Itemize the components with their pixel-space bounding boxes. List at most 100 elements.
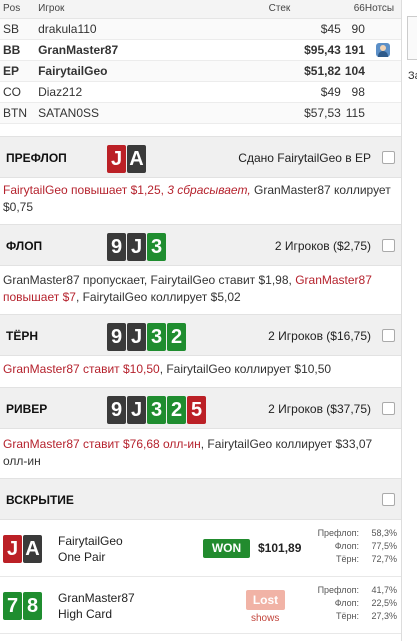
table-row[interactable]: EP FairytailGeo $51,82 104 (0, 60, 401, 82)
showdown-result-winner: J A FairytailGeo One Pair WON $101,89 Пр… (0, 520, 401, 577)
row-pos: EP (0, 60, 39, 82)
row-notes[interactable] (364, 81, 401, 103)
equity-value: 27,3% (371, 611, 397, 621)
table-row[interactable]: CO Diaz212 $49 98 (0, 81, 401, 103)
row-notes[interactable] (364, 102, 401, 124)
equity-label: Флоп: (334, 541, 359, 551)
action-allin-bet: GranMaster87 ставит $76,68 олл-ин (3, 437, 201, 451)
street-title: РИВЕР (6, 402, 48, 416)
street-checkbox[interactable] (382, 239, 395, 252)
won-badge: WON (203, 539, 250, 558)
row-pos: SB (0, 18, 39, 40)
street-checkbox[interactable] (382, 151, 395, 164)
row-player-name[interactable]: drakula110 (38, 18, 269, 40)
card: 7 (3, 592, 22, 620)
player-name[interactable]: GranMaster87 (58, 591, 135, 605)
right-side-panel: За (401, 0, 417, 641)
table-row[interactable]: SB drakula110 $45 90 (0, 18, 401, 40)
action-text-river: GranMaster87 ставит $76,68 олл-ин, Fairy… (3, 436, 398, 470)
row-notes[interactable] (364, 60, 401, 82)
street-info: 2 Игроков ($16,75) (268, 329, 371, 343)
header-notes: Нотсы (364, 0, 401, 19)
street-checkbox[interactable] (382, 402, 395, 415)
row-player-name[interactable]: FairytailGeo (38, 60, 269, 82)
street-checkbox[interactable] (382, 493, 395, 506)
row-bb: 191 (340, 39, 365, 61)
header-pos: Pos (0, 0, 39, 19)
action-call: , FairytailGeo коллирует $10,50 (159, 362, 332, 376)
players-table: Pos Игрок Стек 66 Нотсы SB drakula110 $4… (0, 0, 401, 124)
street-info: 2 Игроков ($2,75) (274, 239, 371, 253)
action-folds: 3 сбрасывает, (163, 183, 251, 197)
row-stack: $51,82 (268, 60, 341, 82)
equity-list: Префлоп: 41,7% Флоп: 22,5% Тёрн: 27,3% (315, 584, 397, 623)
row-bb: 104 (340, 60, 365, 82)
card: 2 (167, 396, 186, 424)
card: J (127, 233, 146, 261)
street-header-turn: ТЁРН 9 J 3 2 2 Игроков ($16,75) (0, 314, 401, 356)
side-panel-box (407, 16, 417, 60)
row-stack: $49 (268, 81, 341, 103)
card: A (127, 145, 146, 173)
side-panel-text: За (408, 70, 417, 82)
card: A (23, 535, 42, 563)
street-title: ПРЕФЛОП (6, 151, 67, 165)
street-info: 2 Игроков ($37,75) (268, 402, 371, 416)
equity-label: Тёрн: (336, 611, 359, 621)
street-header-flop: ФЛОП 9 J 3 2 Игроков ($2,75) (0, 224, 401, 266)
hole-cards: J A (107, 145, 146, 173)
row-pos: BTN (0, 102, 39, 124)
card: J (127, 323, 146, 351)
table-row[interactable]: BB GranMaster87 $95,43 191 (0, 39, 401, 61)
action-bet: GranMaster87 ставит $10,50 (3, 362, 160, 376)
hand-history-panel: Pos Игрок Стек 66 Нотсы SB drakula110 $4… (0, 0, 401, 641)
equity-label: Флоп: (334, 598, 359, 608)
action-raise: FairytailGeo повышает $1,25, (3, 183, 164, 197)
action-text-flop: GranMaster87 пропускает, FairytailGeo ст… (3, 272, 398, 306)
street-header-river: РИВЕР 9 J 3 2 5 2 Игроков ($37,75) (0, 387, 401, 429)
row-pos: BB (0, 39, 39, 61)
row-stack: $95,43 (268, 39, 341, 61)
row-player-name[interactable]: SATAN0SS (38, 102, 269, 124)
card: 9 (107, 396, 126, 424)
equity-label: Префлоп: (317, 585, 359, 595)
player-hand: One Pair (58, 550, 106, 564)
player-cards: J A (3, 535, 42, 563)
card: 3 (147, 233, 166, 261)
street-title: ВСКРЫТИЕ (6, 493, 74, 507)
player-note-avatar-icon[interactable] (375, 42, 390, 57)
street-header-preflop: ПРЕФЛОП J A Сдано FairytailGeo в EP (0, 136, 401, 178)
table-row[interactable]: BTN SATAN0SS $57,53 115 (0, 102, 401, 124)
card: 3 (147, 396, 166, 424)
equity-value: 72,7% (371, 554, 397, 564)
equity-label: Префлоп: (317, 528, 359, 538)
street-checkbox[interactable] (382, 329, 395, 342)
row-bb: 90 (340, 18, 365, 40)
showdown-result-loser: 7 8 GranMaster87 High Card Lost shows Пр… (0, 577, 401, 634)
row-notes[interactable] (364, 39, 401, 61)
row-stack: $45 (268, 18, 341, 40)
lost-badge: Lost (246, 590, 285, 610)
board-cards: 9 J 3 2 5 (107, 396, 206, 424)
equity-value: 41,7% (371, 585, 397, 595)
card: 9 (107, 323, 126, 351)
equity-value: 58,3% (371, 528, 397, 538)
row-player-name[interactable]: Diaz212 (38, 81, 269, 103)
player-name[interactable]: FairytailGeo (58, 534, 123, 548)
action-call: , FairytailGeo коллирует $5,02 (75, 290, 241, 304)
row-stack: $57,53 (268, 102, 341, 124)
row-bb: 115 (340, 102, 365, 124)
row-notes[interactable] (364, 18, 401, 40)
player-hand: High Card (58, 607, 113, 621)
equity-list: Префлоп: 58,3% Флоп: 77,5% Тёрн: 72,7% (315, 527, 397, 566)
card: J (127, 396, 146, 424)
card: J (107, 145, 126, 173)
shows-label: shows (251, 613, 280, 624)
card: J (3, 535, 22, 563)
card: 3 (147, 323, 166, 351)
card: 9 (107, 233, 126, 261)
won-amount: $101,89 (258, 541, 302, 555)
header-player: Игрок (38, 0, 269, 19)
row-player-name[interactable]: GranMaster87 (38, 39, 269, 61)
street-info: Сдано FairytailGeo в EP (238, 151, 371, 165)
